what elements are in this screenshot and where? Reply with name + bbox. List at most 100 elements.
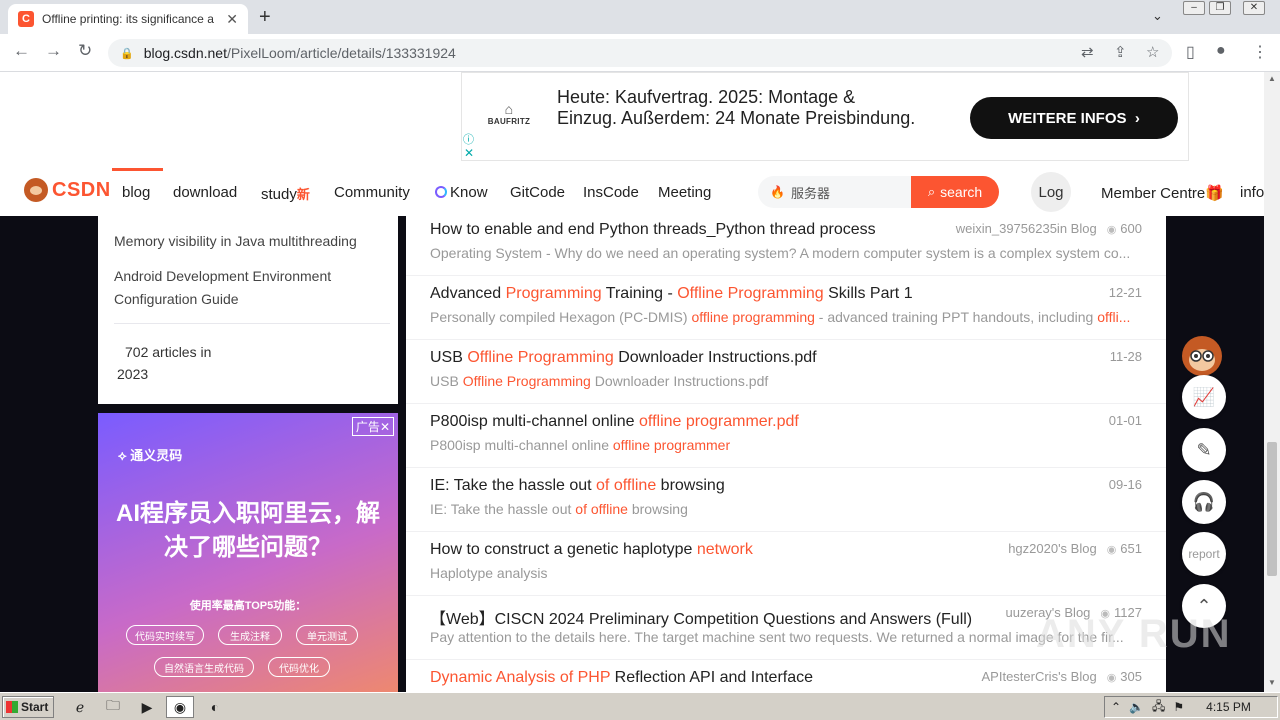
nav-blog[interactable]: blog [122, 184, 150, 201]
nav-download[interactable]: download [173, 184, 237, 201]
address-bar[interactable]: 🔒 blog.csdn.net/PixelLoom/article/detail… [108, 39, 1172, 67]
tab-close-icon[interactable]: ✕ [226, 11, 238, 28]
article-title[interactable]: How to enable and end Python threads_Pyt… [430, 221, 876, 239]
nav-member-centre[interactable]: Member Centre🎁 [1101, 184, 1224, 202]
ad-info-icon[interactable]: ⓘ [463, 131, 474, 147]
article-snippet: USB Offline Programming Downloader Instr… [430, 373, 1140, 389]
nav-know-label: Know [450, 184, 488, 201]
scroll-up-icon[interactable]: ▲ [1268, 74, 1276, 83]
eye-icon: ◉ [1106, 224, 1117, 236]
article-item[interactable]: How to construct a genetic haplotype net… [406, 532, 1166, 596]
nav-inscode[interactable]: InsCode [583, 184, 639, 201]
menu-kebab-icon[interactable]: ⋮ [1252, 42, 1268, 62]
report-button[interactable]: report [1182, 532, 1226, 576]
search-icon: ⌕ [927, 184, 936, 199]
url-host: blog.csdn.net [143, 45, 227, 61]
sidebar-link[interactable]: Android Development Environment Configur… [114, 265, 364, 311]
article-snippet: Personally compiled Hexagon (PC-DMIS) of… [430, 309, 1140, 325]
sidebar-ad[interactable]: 广告✕ ⟡ 通义灵码 AI程序员入职阿里云，解决了哪些问题？ 使用率最高TOP5… [98, 413, 398, 692]
start-button[interactable]: Start [2, 696, 54, 718]
nav-gitcode[interactable]: GitCode [510, 184, 565, 201]
ad-tag-label: 广告 [355, 420, 380, 434]
page-viewport: ⌂ BAUFRITZ Heute: Kaufvertrag. 2025: Mon… [0, 72, 1264, 692]
article-title[interactable]: USB Offline Programming Downloader Instr… [430, 349, 817, 367]
ad-close-icon[interactable]: ✕ [464, 146, 474, 160]
chrome-icon[interactable]: ◉ [166, 696, 194, 718]
nav-community[interactable]: Community [334, 184, 410, 201]
share-icon[interactable]: ⇪ [1114, 43, 1127, 61]
window-close-icon[interactable]: ✕ [1243, 1, 1265, 15]
article-source: weixin_39756235in Blog [955, 221, 1097, 236]
browser-tab[interactable]: C Offline printing: its significance and… [8, 4, 248, 34]
translate-icon[interactable]: ⇄ [1081, 43, 1094, 61]
folder-icon[interactable]: 🗀 [103, 697, 123, 717]
article-item[interactable]: Advanced Programming Training - Offline … [406, 276, 1166, 340]
title-text: IE: Take the hassle out [430, 477, 597, 494]
divider [114, 323, 390, 324]
forward-icon[interactable]: → [45, 41, 62, 61]
ad-banner[interactable]: ⌂ BAUFRITZ Heute: Kaufvertrag. 2025: Mon… [461, 72, 1189, 161]
archive-count[interactable]: 702 articles in 2023 [117, 341, 227, 385]
ad-brand-name: 通义灵码 [130, 448, 183, 463]
search-input[interactable]: 🔥 服务器 [758, 176, 911, 208]
highlight-text: Offline Programming [677, 285, 824, 302]
restore-icon[interactable]: ❐ [1209, 1, 1231, 15]
bookmark-star-icon[interactable]: ☆ [1146, 43, 1159, 61]
edge-icon[interactable]: ◐ [205, 697, 225, 717]
article-item[interactable]: USB Offline Programming Downloader Instr… [406, 340, 1166, 404]
view-count: 305 [1120, 669, 1142, 684]
ad-cta-button[interactable]: WEITERE INFOS › [970, 97, 1178, 139]
login-button[interactable]: Log [1031, 172, 1071, 212]
article-title[interactable]: IE: Take the hassle out of offline brows… [430, 477, 725, 495]
nav-study[interactable]: study新 [261, 184, 310, 203]
article-item[interactable]: P800isp multi-channel online offline pro… [406, 404, 1166, 468]
nav-meeting[interactable]: Meeting [658, 184, 711, 201]
article-snippet: IE: Take the hassle out of offline brows… [430, 501, 1140, 517]
reload-icon[interactable]: ↻ [78, 41, 92, 61]
highlight-text: offli... [1097, 309, 1131, 325]
new-tab-icon[interactable]: + [259, 6, 271, 29]
scroll-down-icon[interactable]: ▼ [1268, 678, 1276, 687]
headset-icon[interactable]: 🎧 [1182, 480, 1226, 524]
ie-icon[interactable]: ℯ [70, 697, 90, 717]
search-button[interactable]: ⌕ search [911, 176, 999, 208]
media-player-icon[interactable]: ▶ [137, 697, 157, 717]
csdn-logo[interactable]: CSDN [24, 178, 111, 202]
flag-icon[interactable]: ⚑ [1173, 700, 1184, 714]
article-item[interactable]: How to enable and end Python threads_Pyt… [406, 212, 1166, 276]
scroll-thumb[interactable] [1267, 442, 1277, 576]
article-item[interactable]: Dynamic Analysis of PHP Reflection API a… [406, 660, 1166, 692]
highlight-text: of offline [596, 477, 657, 494]
article-item[interactable]: IE: Take the hassle out of offline brows… [406, 468, 1166, 532]
clock[interactable]: 4:15 PM [1206, 700, 1251, 714]
nav-info[interactable]: info [1240, 184, 1264, 201]
back-icon[interactable]: ← [13, 41, 30, 61]
ad-tag[interactable]: 广告✕ [351, 417, 394, 436]
article-title[interactable]: Advanced Programming Training - Offline … [430, 285, 913, 303]
minimize-icon[interactable]: – [1183, 1, 1205, 15]
article-title[interactable]: P800isp multi-channel online offline pro… [430, 413, 799, 431]
profile-icon[interactable]: ● [1216, 42, 1226, 60]
volume-icon[interactable]: 🔈 [1129, 700, 1144, 714]
chevron-down-icon[interactable]: ⌄ [1152, 8, 1163, 24]
article-title[interactable]: How to construct a genetic haplotype net… [430, 541, 753, 559]
highlight-text: offline programmer [612, 437, 731, 453]
nav-know[interactable]: Know [435, 184, 488, 201]
article-meta: 11-28 [1110, 349, 1142, 364]
tray-expand-icon[interactable]: ⌃ [1111, 700, 1121, 714]
article-title[interactable]: 【Web】CISCN 2024 Preliminary Competition … [430, 605, 972, 629]
side-panel-icon[interactable]: ▯ [1186, 42, 1195, 62]
edit-icon[interactable]: ✎ [1182, 428, 1226, 472]
nav-study-label: study [261, 186, 297, 203]
article-meta: APItesterCris's Blog ◉ 305 [982, 669, 1143, 684]
gift-icon: 🎁 [1205, 185, 1224, 202]
page-scrollbar[interactable]: ▲ ▼ [1264, 72, 1280, 692]
article-title[interactable]: Dynamic Analysis of PHP Reflection API a… [430, 669, 813, 687]
lock-icon[interactable]: 🔒 [120, 47, 134, 60]
sidebar-link[interactable]: Memory visibility in Java multithreading [114, 230, 374, 253]
snippet-text: IE: Take the hassle out [430, 501, 576, 517]
network-icon[interactable]: 🖧 [1152, 697, 1165, 718]
title-text: Reflection API and Interface [610, 669, 814, 686]
tab-title: Offline printing: its significance and i [42, 12, 214, 26]
chart-tool-icon[interactable]: 📈 [1182, 375, 1226, 419]
